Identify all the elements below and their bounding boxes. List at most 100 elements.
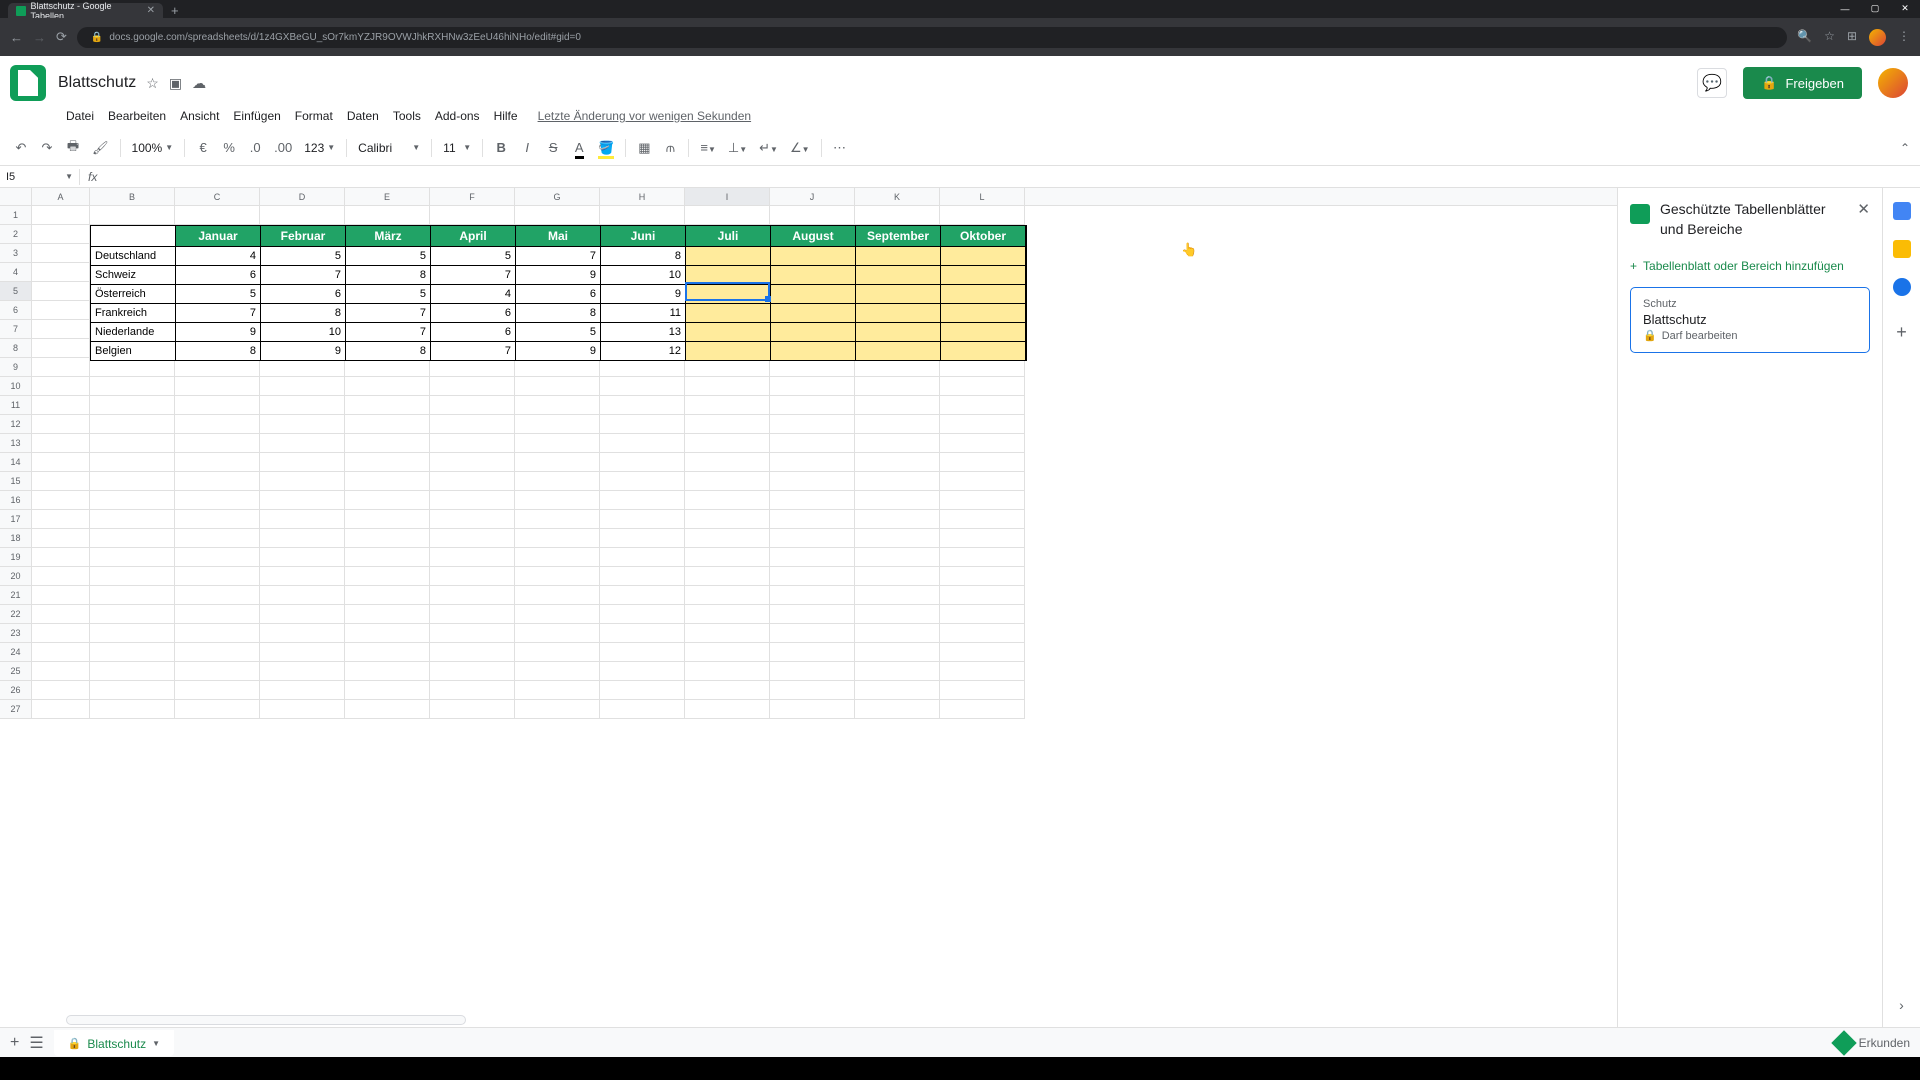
cell-C23[interactable] xyxy=(175,624,260,643)
strike-button[interactable]: S xyxy=(542,136,564,159)
cell-J13[interactable] xyxy=(770,434,855,453)
cell-L27[interactable] xyxy=(940,700,1025,719)
cell-L12[interactable] xyxy=(940,415,1025,434)
cell-C14[interactable] xyxy=(175,453,260,472)
row-header-5[interactable]: 5 xyxy=(0,282,31,301)
cell-B18[interactable] xyxy=(90,529,175,548)
cell-J20[interactable] xyxy=(770,567,855,586)
nav-back-icon[interactable]: ← xyxy=(10,30,23,45)
cell-I27[interactable] xyxy=(685,700,770,719)
cell-H17[interactable] xyxy=(600,510,685,529)
cell-L23[interactable] xyxy=(940,624,1025,643)
cell-L20[interactable] xyxy=(940,567,1025,586)
cell-C13[interactable] xyxy=(175,434,260,453)
cell-H21[interactable] xyxy=(600,586,685,605)
cell-A1[interactable] xyxy=(32,206,90,225)
cell-D12[interactable] xyxy=(260,415,345,434)
window-maximize[interactable]: ▢ xyxy=(1860,0,1890,17)
cell-K25[interactable] xyxy=(855,662,940,681)
cell-A19[interactable] xyxy=(32,548,90,567)
cell-F23[interactable] xyxy=(430,624,515,643)
menu-addons[interactable]: Add-ons xyxy=(429,106,486,126)
cell-F26[interactable] xyxy=(430,681,515,700)
browser-profile-avatar[interactable] xyxy=(1869,29,1886,46)
cell-B13[interactable] xyxy=(90,434,175,453)
cell-I12[interactable] xyxy=(685,415,770,434)
share-button[interactable]: 🔒 Freigeben xyxy=(1743,67,1862,99)
cell-I10[interactable] xyxy=(685,377,770,396)
cell-C16[interactable] xyxy=(175,491,260,510)
cell-A27[interactable] xyxy=(32,700,90,719)
cell-G1[interactable] xyxy=(515,206,600,225)
cell-L1[interactable] xyxy=(940,206,1025,225)
cell-I22[interactable] xyxy=(685,605,770,624)
cell-G17[interactable] xyxy=(515,510,600,529)
merge-button[interactable]: ⫙ xyxy=(659,136,681,160)
decrease-decimal-button[interactable]: .0 xyxy=(244,136,266,159)
cell-H12[interactable] xyxy=(600,415,685,434)
menu-tools[interactable]: Tools xyxy=(387,106,427,126)
zoom-select[interactable]: 100%▼ xyxy=(128,139,178,157)
extensions-icon[interactable]: ⊞ xyxy=(1847,29,1857,46)
cell-A14[interactable] xyxy=(32,453,90,472)
cell-L26[interactable] xyxy=(940,681,1025,700)
cell-L17[interactable] xyxy=(940,510,1025,529)
cell-C26[interactable] xyxy=(175,681,260,700)
cell-L10[interactable] xyxy=(940,377,1025,396)
borders-button[interactable]: ▦ xyxy=(633,136,655,160)
cell-E13[interactable] xyxy=(345,434,430,453)
move-icon[interactable]: ▣ xyxy=(169,75,182,92)
cell-K10[interactable] xyxy=(855,377,940,396)
cell-L19[interactable] xyxy=(940,548,1025,567)
cell-D10[interactable] xyxy=(260,377,345,396)
col-header-A[interactable]: A xyxy=(32,188,90,205)
col-header-I[interactable]: I xyxy=(685,188,770,205)
cell-I16[interactable] xyxy=(685,491,770,510)
cell-K23[interactable] xyxy=(855,624,940,643)
cell-C17[interactable] xyxy=(175,510,260,529)
cell-K13[interactable] xyxy=(855,434,940,453)
cell-C21[interactable] xyxy=(175,586,260,605)
cell-K16[interactable] xyxy=(855,491,940,510)
cell-F14[interactable] xyxy=(430,453,515,472)
row-header-2[interactable]: 2 xyxy=(0,225,31,244)
row-header-12[interactable]: 12 xyxy=(0,415,31,434)
cell-F11[interactable] xyxy=(430,396,515,415)
bold-button[interactable]: B xyxy=(490,136,512,159)
cell-I23[interactable] xyxy=(685,624,770,643)
cell-C24[interactable] xyxy=(175,643,260,662)
cell-F12[interactable] xyxy=(430,415,515,434)
cell-A9[interactable] xyxy=(32,358,90,377)
cell-I26[interactable] xyxy=(685,681,770,700)
cell-F10[interactable] xyxy=(430,377,515,396)
cell-H14[interactable] xyxy=(600,453,685,472)
spreadsheet-grid[interactable]: ABCDEFGHIJKL1234567891011121314151617181… xyxy=(0,188,1617,1027)
col-header-E[interactable]: E xyxy=(345,188,430,205)
cell-K1[interactable] xyxy=(855,206,940,225)
cell-C18[interactable] xyxy=(175,529,260,548)
cell-H20[interactable] xyxy=(600,567,685,586)
cell-J16[interactable] xyxy=(770,491,855,510)
row-header-1[interactable]: 1 xyxy=(0,206,31,225)
addons-plus-icon[interactable]: + xyxy=(1896,322,1907,343)
cell-E22[interactable] xyxy=(345,605,430,624)
cell-F21[interactable] xyxy=(430,586,515,605)
menu-datei[interactable]: Datei xyxy=(60,106,100,126)
cell-G26[interactable] xyxy=(515,681,600,700)
menu-bearbeiten[interactable]: Bearbeiten xyxy=(102,106,172,126)
row-header-11[interactable]: 11 xyxy=(0,396,31,415)
cell-C1[interactable] xyxy=(175,206,260,225)
row-header-22[interactable]: 22 xyxy=(0,605,31,624)
cell-H16[interactable] xyxy=(600,491,685,510)
cell-I20[interactable] xyxy=(685,567,770,586)
tasks-icon[interactable] xyxy=(1893,278,1911,296)
cell-J25[interactable] xyxy=(770,662,855,681)
cell-B12[interactable] xyxy=(90,415,175,434)
cell-F17[interactable] xyxy=(430,510,515,529)
cell-G11[interactable] xyxy=(515,396,600,415)
cell-J11[interactable] xyxy=(770,396,855,415)
row-header-27[interactable]: 27 xyxy=(0,700,31,719)
cell-B17[interactable] xyxy=(90,510,175,529)
cell-K26[interactable] xyxy=(855,681,940,700)
cell-A11[interactable] xyxy=(32,396,90,415)
